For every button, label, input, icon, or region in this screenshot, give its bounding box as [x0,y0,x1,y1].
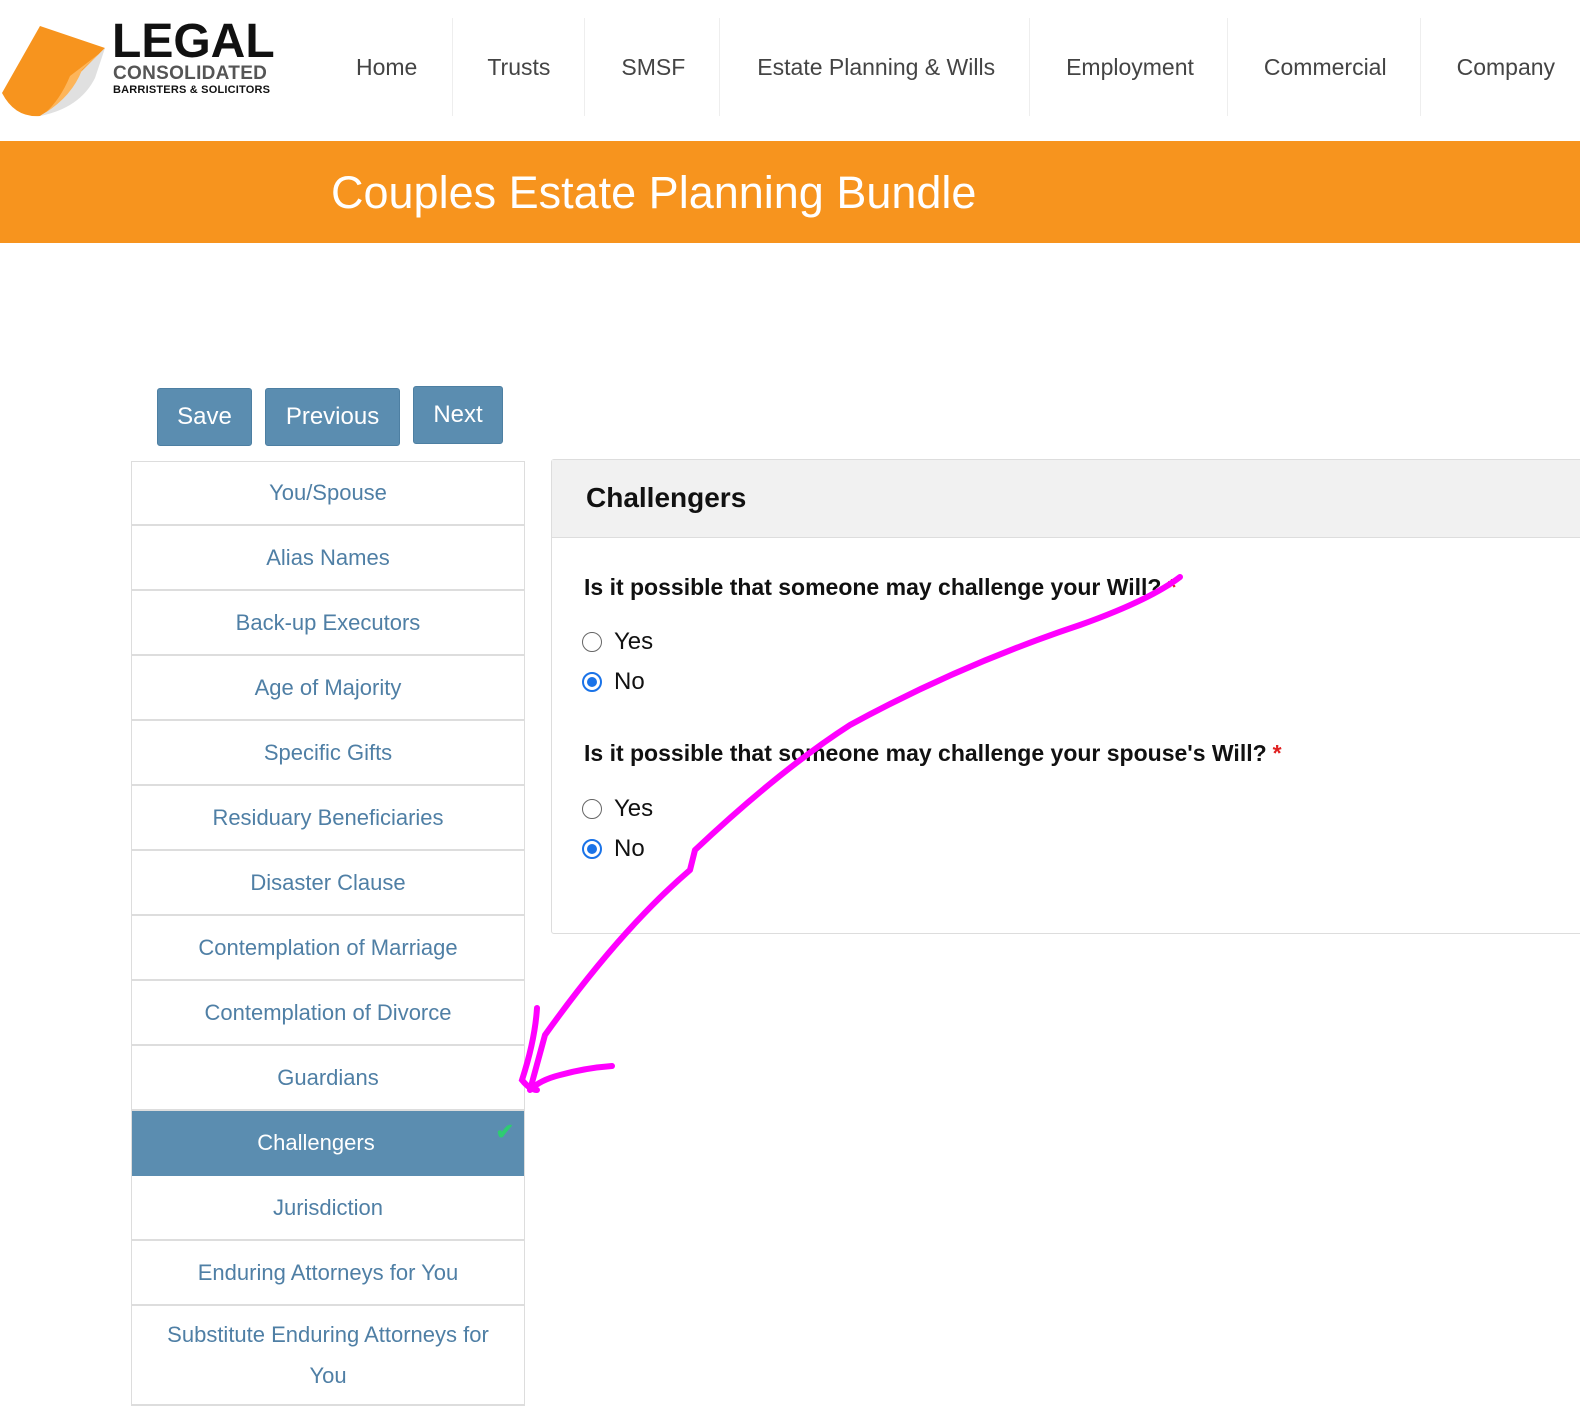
sidebar-item-contemplation-of-divorce[interactable]: Contemplation of Divorce [132,981,524,1046]
question-spouse-will: Is it possible that someone may challeng… [584,740,1282,767]
nav-home[interactable]: Home [320,18,454,116]
nav-employment[interactable]: Employment [1030,18,1228,116]
nav-estate-planning-wills[interactable]: Estate Planning & Wills [720,18,1031,116]
logo-page-curl-icon [2,26,105,117]
sidebar-item-age-of-majority[interactable]: Age of Majority [132,656,524,721]
sidebar-item-enduring-attorneys[interactable]: Enduring Attorneys for You [132,1241,524,1306]
sidebar-item-substitute-enduring-attorneys[interactable]: Substitute Enduring Attorneys for You [132,1306,524,1406]
radio-label: Yes [614,795,654,822]
panel-title: Challengers [586,482,747,513]
sidebar-item-challengers[interactable]: Challengers ✔ [132,1111,524,1176]
page-title: Couples Estate Planning Bundle [331,167,977,218]
sidebar-item-residuary-beneficiaries[interactable]: Residuary Beneficiaries [132,786,524,851]
radio-button[interactable] [582,799,602,819]
nav-trusts[interactable]: Trusts [453,18,586,116]
sidebar-item-specific-gifts[interactable]: Specific Gifts [132,721,524,786]
radio-label: Yes [614,628,654,655]
save-button[interactable]: Save [157,388,252,446]
main-nav: Home Trusts SMSF Estate Planning & Wills… [320,18,1555,116]
radio-your-will-no[interactable]: No [582,668,645,696]
previous-button[interactable]: Previous [265,388,400,446]
question-text: Is it possible that someone may challeng… [584,574,1162,600]
page-banner: Couples Estate Planning Bundle [0,141,1580,243]
sidebar-item-you-spouse[interactable]: You/Spouse [132,461,524,526]
logo-tagline: BARRISTERS & SOLICITORS [113,84,271,96]
radio-button[interactable] [582,839,602,859]
logo[interactable]: LEGAL CONSOLIDATED BARRISTERS & SOLICITO… [0,18,290,118]
radio-button[interactable] [582,672,602,692]
sidebar-item-jurisdiction[interactable]: Jurisdiction [132,1176,524,1241]
panel-header: Challengers [552,460,1580,538]
site-header: LEGAL CONSOLIDATED BARRISTERS & SOLICITO… [0,0,1580,141]
required-mark: * [1272,740,1282,766]
sidebar-item-label: Challengers [257,1129,375,1155]
check-icon: ✔ [495,1119,514,1144]
question-your-will: Is it possible that someone may challeng… [584,574,1176,601]
next-button[interactable]: Next [413,386,503,444]
required-mark: * [1167,574,1177,600]
step-sidebar: You/Spouse Alias Names Back-up Executors… [131,461,525,1406]
radio-spouse-will-no[interactable]: No [582,835,645,863]
radio-label: No [614,835,645,862]
radio-button[interactable] [582,632,602,652]
logo-text-consolidated: CONSOLIDATED [113,63,268,84]
nav-commercial[interactable]: Commercial [1228,18,1421,116]
radio-your-will-yes[interactable]: Yes [582,628,653,656]
sidebar-item-guardians[interactable]: Guardians [132,1046,524,1111]
radio-spouse-will-yes[interactable]: Yes [582,795,653,823]
logo-text-legal: LEGAL [112,15,275,68]
question-text: Is it possible that someone may challeng… [584,740,1267,766]
nav-company[interactable]: Company [1421,18,1555,116]
radio-label: No [614,668,645,695]
sidebar-item-contemplation-of-marriage[interactable]: Contemplation of Marriage [132,916,524,981]
sidebar-item-alias-names[interactable]: Alias Names [132,526,524,591]
nav-smsf[interactable]: SMSF [585,18,721,116]
sidebar-item-disaster-clause[interactable]: Disaster Clause [132,851,524,916]
challengers-panel: Challengers Is it possible that someone … [551,459,1580,934]
sidebar-item-backup-executors[interactable]: Back-up Executors [132,591,524,656]
